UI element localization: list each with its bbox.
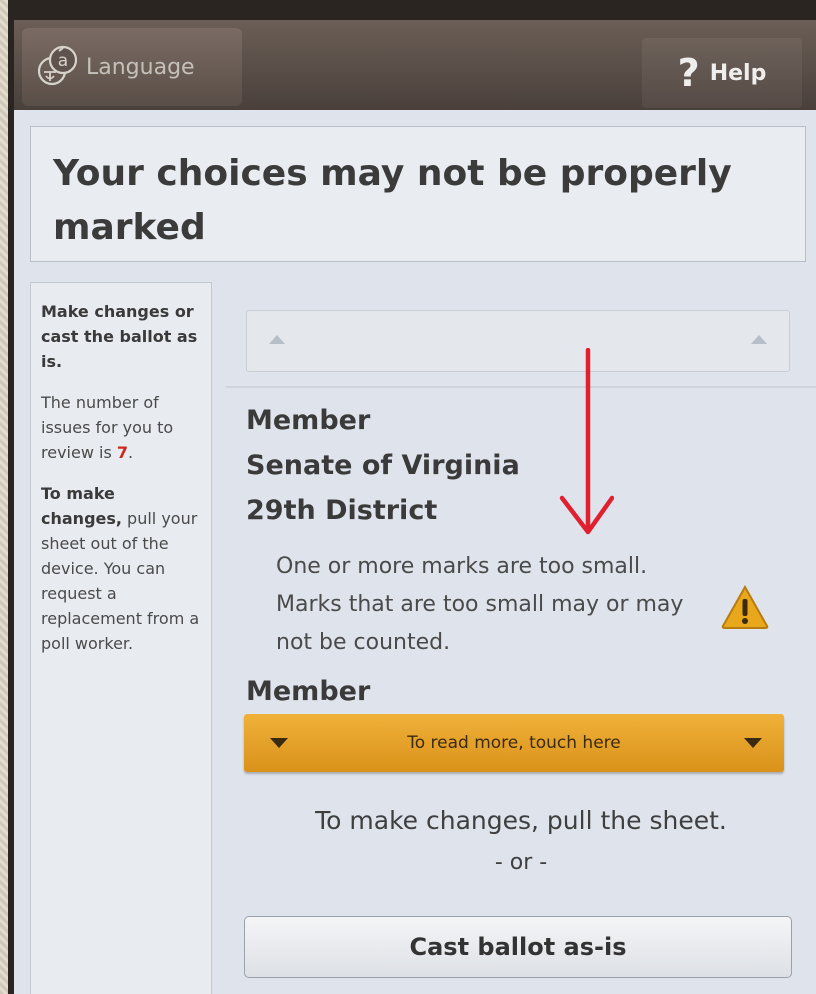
- down-arrow-annotation-icon: [554, 347, 615, 548]
- up-arrow-icon: [751, 335, 767, 344]
- language-icon: a: [36, 45, 80, 89]
- contest-district: 29th District: [246, 495, 438, 526]
- changes-detail: pull your sheet out of the device. You c…: [41, 509, 200, 653]
- or-separator: - or -: [494, 850, 548, 875]
- contest-office: Member: [246, 405, 371, 436]
- issue-count-suffix: .: [128, 443, 134, 462]
- cast-ballot-label: Cast ballot as-is: [409, 933, 627, 961]
- next-contest-title: Member: [246, 676, 371, 707]
- warning-message: One or more marks are too small. Marks t…: [276, 554, 684, 655]
- svg-text:a: a: [58, 51, 68, 71]
- sidebar-intro: Make changes or cast the ballot as is.: [41, 302, 198, 371]
- changes-text: To make changes, pull your sheet out of …: [41, 481, 201, 656]
- ballot-review-screen: Your choices may not be properly marked …: [14, 110, 816, 994]
- issue-count-text: The number of issues for you to review i…: [41, 390, 201, 465]
- header-panel: Your choices may not be properly marked: [30, 126, 806, 262]
- make-changes-instruction: To make changes, pull the sheet.: [315, 806, 727, 835]
- page-title: Your choices may not be properly marked: [53, 153, 732, 248]
- changes-bold: To make changes,: [41, 484, 122, 528]
- read-more-label: To read more, touch here: [407, 733, 621, 753]
- issue-count: 7: [116, 443, 129, 462]
- language-button[interactable]: a Language: [22, 28, 242, 106]
- instructions-sidebar: Make changes or cast the ballot as is. T…: [30, 282, 212, 994]
- issues-list[interactable]: Member Senate of Virginia 29th District …: [226, 386, 816, 708]
- contest-title: Member Senate of Virginia 29th District: [246, 398, 520, 533]
- read-more-button[interactable]: To read more, touch here: [244, 714, 784, 772]
- up-arrow-icon: [269, 335, 285, 344]
- warning-icon: [720, 584, 770, 630]
- language-label: Language: [86, 54, 195, 80]
- help-icon: ?: [677, 51, 700, 95]
- scroll-up-button[interactable]: [246, 310, 790, 372]
- help-label: Help: [709, 60, 767, 86]
- help-button[interactable]: ? Help: [642, 38, 802, 108]
- down-arrow-icon: [270, 738, 288, 748]
- cast-ballot-button[interactable]: Cast ballot as-is: [244, 916, 792, 978]
- issue-count-prefix: The number of issues for you to review i…: [41, 393, 174, 462]
- down-arrow-icon: [744, 738, 762, 748]
- contest-body: Senate of Virginia: [246, 450, 520, 481]
